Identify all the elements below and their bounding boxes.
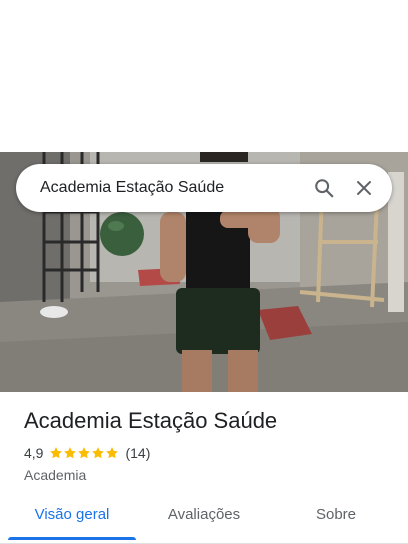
star-icon	[64, 447, 77, 459]
tab-reviews-label: Avaliações	[167, 505, 241, 523]
rating-row[interactable]: 4,9 (14)	[24, 444, 394, 462]
rating-value: 4,9	[24, 445, 44, 461]
close-button[interactable]	[344, 168, 384, 208]
star-icon	[50, 447, 63, 459]
search-icon	[315, 179, 334, 198]
tab-about-label: Sobre	[315, 505, 357, 523]
tab-overview-label: Visão geral	[34, 505, 110, 523]
star-icon	[106, 447, 119, 459]
star-icon	[78, 447, 91, 459]
review-count: (14)	[125, 445, 151, 461]
search-input[interactable]: Academia Estação Saúde	[16, 179, 304, 197]
tab-overview[interactable]: Visão geral	[0, 496, 144, 540]
tab-reviews[interactable]: Avaliações	[144, 496, 264, 532]
place-title: Academia Estação Saúde	[24, 408, 278, 433]
star-rating	[49, 446, 119, 460]
place-category[interactable]: Academia	[24, 467, 394, 483]
close-icon	[357, 181, 371, 195]
tab-about[interactable]: Sobre	[264, 496, 408, 532]
star-icon	[92, 447, 105, 459]
search-button[interactable]	[304, 168, 344, 208]
place-tabs: Visão geral Avaliações Sobre	[0, 496, 408, 544]
map-area-blank	[0, 0, 408, 152]
active-tab-indicator	[8, 537, 136, 540]
place-info: Academia Estação Saúde 4,9 (14) Academia	[24, 406, 394, 483]
search-bar[interactable]: Academia Estação Saúde	[16, 164, 392, 212]
